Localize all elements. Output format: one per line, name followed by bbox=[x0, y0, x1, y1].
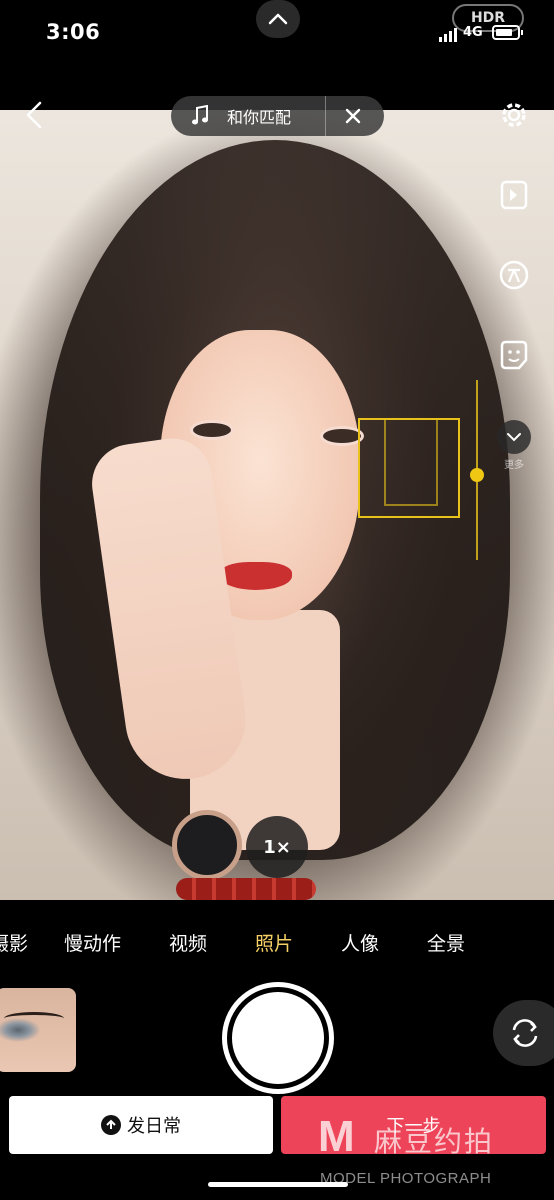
settings-icon bbox=[502, 103, 526, 127]
status-time: 3:06 bbox=[46, 20, 101, 44]
flip-camera-icon bbox=[512, 1019, 538, 1047]
music-note-icon bbox=[192, 105, 208, 125]
status-bar: 3:06 HDR 4G bbox=[0, 0, 554, 70]
mode-slowmo[interactable]: 慢动作 bbox=[64, 929, 121, 956]
sticker-button[interactable] bbox=[494, 338, 534, 372]
mode-portrait[interactable]: 人像 bbox=[341, 929, 379, 956]
close-icon[interactable] bbox=[343, 106, 363, 126]
music-selector[interactable]: 和你匹配 bbox=[171, 96, 384, 136]
focus-box bbox=[358, 418, 460, 518]
mode-selector: 摄影 慢动作 视频 照片 人像 全景 bbox=[0, 925, 554, 959]
flip-frame-icon bbox=[500, 180, 528, 210]
sticker-icon bbox=[500, 340, 528, 370]
text-button[interactable] bbox=[494, 258, 534, 292]
more-label: 更多 bbox=[504, 460, 524, 471]
flip-camera-button[interactable] bbox=[493, 1000, 554, 1066]
battery-icon bbox=[492, 25, 523, 40]
more-circle bbox=[497, 420, 531, 454]
subject-bracelet bbox=[176, 878, 316, 900]
mode-timelapse[interactable]: 摄影 bbox=[0, 929, 28, 956]
signal-icon bbox=[439, 28, 459, 42]
text-icon bbox=[499, 260, 529, 290]
zoom-button[interactable]: 1× bbox=[246, 816, 308, 878]
music-label: 和你匹配 bbox=[227, 108, 292, 127]
mode-panorama[interactable]: 全景 bbox=[427, 929, 465, 956]
exposure-sun-icon[interactable] bbox=[470, 468, 484, 482]
chevron-down-icon bbox=[507, 433, 521, 442]
post-daily-button[interactable]: 发日常 bbox=[9, 1096, 273, 1154]
network-type: 4G bbox=[463, 25, 483, 40]
post-daily-label: 发日常 bbox=[127, 1116, 181, 1137]
home-indicator[interactable] bbox=[208, 1182, 348, 1187]
next-step-button[interactable]: 下一步 bbox=[281, 1096, 546, 1154]
settings-button[interactable] bbox=[494, 98, 534, 132]
mode-video[interactable]: 视频 bbox=[169, 929, 207, 956]
shutter-button[interactable] bbox=[222, 982, 334, 1094]
back-button[interactable] bbox=[22, 100, 46, 130]
chevron-up-icon bbox=[268, 13, 288, 25]
flip-frame-button[interactable] bbox=[494, 178, 534, 212]
music-divider bbox=[325, 96, 326, 136]
subject-watch bbox=[172, 810, 242, 880]
mode-photo[interactable]: 照片 bbox=[255, 929, 293, 956]
next-step-label: 下一步 bbox=[386, 1116, 441, 1137]
upload-icon bbox=[101, 1115, 121, 1135]
subject-lips bbox=[220, 562, 292, 590]
back-icon bbox=[26, 101, 42, 129]
shutter-inner bbox=[232, 992, 324, 1084]
camera-viewfinder[interactable] bbox=[0, 110, 554, 900]
collapse-button[interactable] bbox=[256, 0, 300, 38]
gallery-thumbnail[interactable] bbox=[0, 988, 76, 1072]
more-button[interactable]: 更多 bbox=[494, 420, 534, 471]
subject-eye-left bbox=[190, 420, 234, 440]
